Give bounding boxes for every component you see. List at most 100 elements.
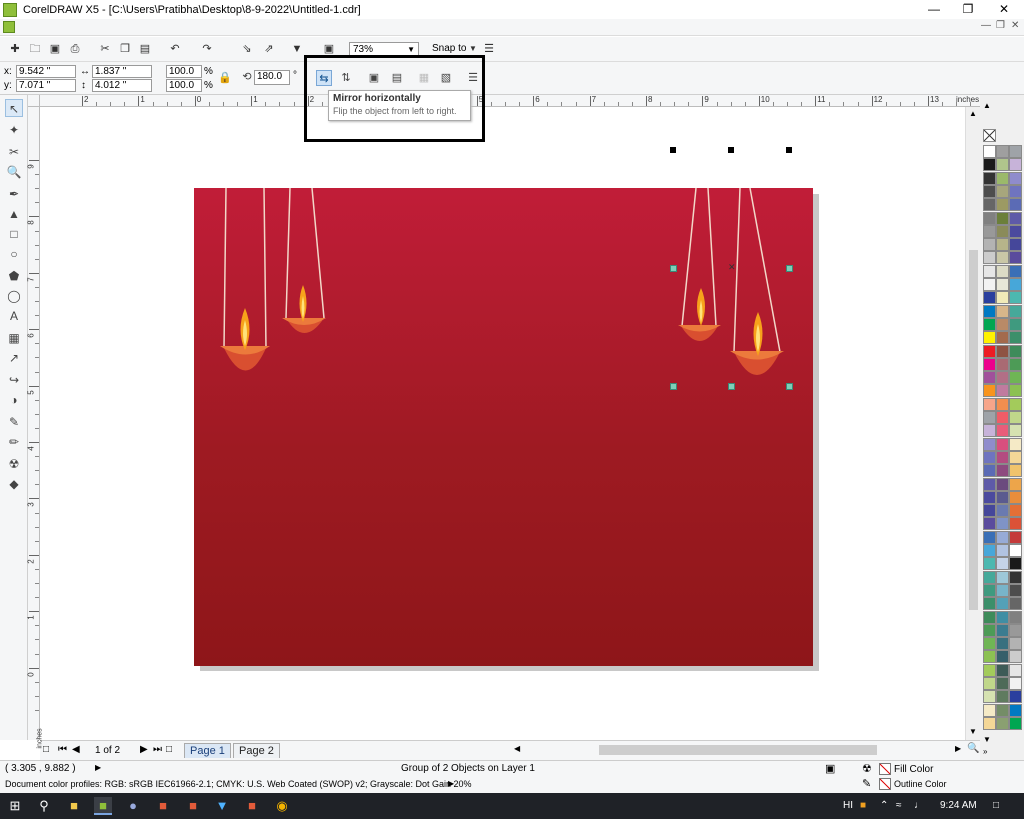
document-icon[interactable] (3, 21, 15, 33)
color-swatch[interactable] (996, 251, 1009, 265)
vertical-scrollbar[interactable]: ▲ ▼ (965, 107, 980, 740)
color-swatch[interactable] (983, 464, 996, 478)
color-swatch[interactable] (983, 583, 996, 597)
color-swatch[interactable] (996, 663, 1009, 677)
table-tool-icon[interactable]: ▦ (5, 329, 23, 347)
color-swatch[interactable] (1009, 238, 1022, 252)
color-swatch[interactable] (1009, 517, 1022, 531)
eyedropper-tool-icon[interactable]: ✎ (5, 413, 23, 431)
color-swatch[interactable] (983, 716, 996, 730)
color-swatch[interactable] (983, 184, 996, 198)
pick-tool-icon[interactable]: ↖ (5, 99, 23, 117)
color-swatch[interactable] (996, 198, 1009, 212)
volume-icon[interactable]: ♩ (914, 800, 924, 811)
fill-tool-icon[interactable]: ☢ (5, 455, 23, 473)
doc-close-icon[interactable]: ✕ (1011, 20, 1019, 31)
color-swatch[interactable] (996, 623, 1009, 637)
color-swatch[interactable] (1009, 437, 1022, 451)
color-swatch[interactable] (996, 317, 1009, 331)
color-swatch[interactable] (1009, 464, 1022, 478)
undo-icon[interactable]: ↶ (168, 42, 182, 56)
minimize-icon[interactable]: — (917, 0, 951, 19)
color-swatch[interactable] (1009, 171, 1022, 185)
palette-scroll-down-icon[interactable]: ▼ (983, 735, 991, 744)
doc-minimize-icon[interactable]: — (981, 20, 991, 31)
color-swatch[interactable] (983, 504, 996, 518)
color-swatch[interactable] (996, 490, 1009, 504)
color-swatch[interactable] (996, 464, 1009, 478)
color-swatch[interactable] (1009, 251, 1022, 265)
copy-icon[interactable]: ❐ (118, 42, 132, 56)
color-swatch[interactable] (996, 597, 1009, 611)
color-swatch[interactable] (1009, 570, 1022, 584)
selection-handle[interactable] (670, 265, 677, 272)
save-icon[interactable]: ▣ (48, 42, 62, 56)
color-swatch[interactable] (983, 450, 996, 464)
color-swatch[interactable] (1009, 198, 1022, 212)
color-swatch[interactable] (996, 424, 1009, 438)
rotation-center-icon[interactable]: ✕ (728, 263, 736, 272)
vertical-ruler[interactable]: 9 8 7 6 5 4 3 2 1 0 (27, 107, 40, 740)
color-swatch[interactable] (996, 331, 1009, 345)
color-swatch[interactable] (1009, 304, 1022, 318)
doc-restore-icon[interactable]: ❐ (996, 20, 1005, 31)
color-swatch[interactable] (996, 145, 1009, 158)
expand-arrow-icon[interactable]: ▶ (448, 779, 454, 788)
horizontal-ruler[interactable]: inches 21012345678910111213 (40, 95, 980, 107)
color-swatch[interactable] (996, 304, 1009, 318)
color-swatch[interactable] (1009, 477, 1022, 491)
scroll-right-icon[interactable]: ▶ (955, 744, 961, 753)
color-swatch[interactable] (983, 690, 996, 704)
color-swatch[interactable] (1009, 184, 1022, 198)
scale-width-field[interactable]: 100.0 (166, 65, 202, 78)
color-swatch[interactable] (1009, 411, 1022, 424)
color-swatch[interactable] (983, 597, 996, 611)
diya-lamp-right-2[interactable] (730, 187, 784, 375)
color-swatch[interactable] (1009, 397, 1022, 411)
selection-handle[interactable] (786, 265, 793, 272)
color-swatch[interactable] (996, 716, 1009, 730)
color-swatch[interactable] (996, 291, 1009, 305)
color-swatch[interactable] (983, 517, 996, 531)
coreldraw-taskbar-icon[interactable]: ■ (94, 797, 112, 815)
color-swatch[interactable] (996, 224, 1009, 238)
outline-pen-tool-icon[interactable]: ✏ (5, 433, 23, 451)
export-icon[interactable]: ⇗ (262, 42, 276, 56)
color-swatch[interactable] (996, 504, 1009, 518)
color-swatch[interactable] (983, 663, 996, 677)
color-swatch[interactable] (996, 690, 1009, 704)
tray-app-icon[interactable]: ■ (860, 800, 866, 811)
color-swatch[interactable] (983, 623, 996, 637)
selection-handle[interactable] (728, 147, 734, 153)
color-swatch[interactable] (1009, 317, 1022, 331)
color-swatch[interactable] (1009, 145, 1022, 158)
tab-page-1[interactable]: Page 1 (184, 743, 231, 758)
zoom-tool-icon[interactable]: 🔍 (5, 163, 23, 181)
scale-height-field[interactable]: 100.0 (166, 79, 202, 92)
color-swatch[interactable] (1009, 504, 1022, 518)
width-field[interactable]: 1.837 " (92, 65, 152, 78)
color-swatch[interactable] (1009, 224, 1022, 238)
color-swatch[interactable] (1009, 637, 1022, 651)
connector-tool-icon[interactable]: ↪ (5, 371, 23, 389)
basic-shapes-tool-icon[interactable]: ◯ (5, 287, 23, 305)
color-swatch[interactable] (996, 371, 1009, 385)
color-swatch[interactable] (983, 291, 996, 305)
height-field[interactable]: 4.012 " (92, 79, 152, 92)
snap-to-button[interactable]: Snap to (432, 43, 466, 54)
color-swatch[interactable] (996, 570, 1009, 584)
horizontal-scroll-thumb[interactable] (599, 745, 877, 755)
redo-icon[interactable]: ↷ (200, 42, 214, 56)
color-swatch[interactable] (983, 570, 996, 584)
drawing-page[interactable] (194, 187, 813, 666)
color-swatch[interactable] (996, 278, 1009, 291)
color-swatch[interactable] (1009, 158, 1022, 172)
color-swatch[interactable] (996, 677, 1009, 690)
color-swatch[interactable] (1009, 424, 1022, 438)
color-swatch[interactable] (996, 411, 1009, 424)
color-swatch[interactable] (996, 450, 1009, 464)
color-swatch[interactable] (1009, 291, 1022, 305)
color-swatch[interactable] (1009, 331, 1022, 345)
color-swatch[interactable] (996, 637, 1009, 651)
color-swatch[interactable] (1009, 583, 1022, 597)
